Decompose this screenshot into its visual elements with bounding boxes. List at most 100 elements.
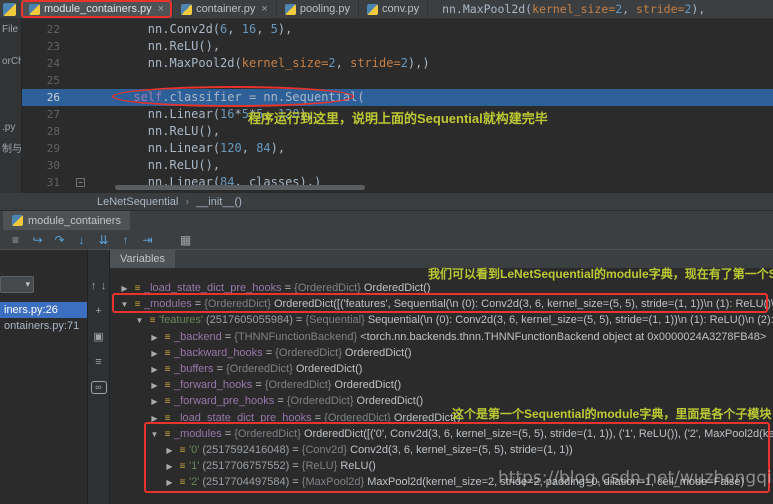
value-text: Conv2d(3, 6, kernel_size=(5, 5), stride=…: [350, 443, 573, 456]
type-label: {OrderedDict}: [204, 298, 274, 311]
equals-sign: =: [252, 379, 265, 392]
ann-text-submodules: 这个是第一个Sequential的module字典，里面是各个子模块: [452, 407, 772, 421]
code-token: 5: [270, 22, 278, 36]
fold-marker-icon[interactable]: −: [76, 178, 85, 187]
line-number[interactable]: 26: [22, 89, 74, 106]
expand-arrow-icon[interactable]: ▶: [148, 394, 161, 409]
variable-icon: ≡: [164, 347, 171, 359]
layout-grid-icon[interactable]: ▦: [178, 233, 193, 247]
type-label: {OrderedDict}: [226, 362, 296, 375]
type-label: {OrderedDict}: [264, 379, 335, 392]
dict-key: '1': [189, 460, 200, 473]
code-text: nn.ReLU(),: [90, 123, 220, 140]
line-number[interactable]: 22: [22, 21, 74, 38]
line-number[interactable]: 23: [22, 38, 74, 55]
variable-row[interactable]: ▶ ≡ '0' (2517592416048) = {Conv2d} Conv2d(…: [110, 442, 773, 458]
line-number[interactable]: 28: [22, 123, 74, 140]
run-to-cursor-icon[interactable]: ⇥: [140, 233, 155, 247]
code-token: self: [133, 90, 163, 104]
type-label: {OrderedDict}: [324, 411, 394, 424]
line-number[interactable]: 31: [22, 174, 74, 191]
equals-sign: =: [289, 476, 302, 489]
code-text: self.classifier = nn.Sequential(: [90, 89, 364, 106]
force-step-into-icon[interactable]: ⇊: [96, 233, 111, 247]
stack-frame-row[interactable]: ontainers.py:71: [0, 318, 87, 334]
line-number[interactable]: 29: [22, 140, 74, 157]
value-text: OrderedDict(): [334, 379, 402, 392]
step-over-icon[interactable]: ↷: [52, 233, 67, 247]
expand-arrow-icon[interactable]: ▶: [118, 281, 131, 296]
collapse-arrow-icon[interactable]: ▼: [133, 313, 146, 328]
expand-arrow-icon[interactable]: ▶: [148, 362, 161, 377]
value-text: OrderedDict(): [393, 411, 461, 424]
variable-row[interactable]: ▼ ≡'features' (2517605055984) = {Sequenti…: [110, 312, 773, 328]
expand-arrow-icon[interactable]: ▶: [163, 459, 176, 474]
code-token: nn.Linear(: [90, 141, 221, 155]
code-token: 84: [256, 141, 271, 155]
editor-tab[interactable]: conv.py: [359, 0, 429, 18]
editor-tab[interactable]: module_containers.py ×: [21, 0, 174, 18]
variable-icon: ≡: [164, 428, 171, 440]
collapse-arrow-icon[interactable]: ▼: [118, 297, 131, 312]
debug-tool-tab-bar: module_containers: [0, 211, 773, 230]
line-number[interactable]: 24: [22, 55, 74, 72]
variable-row[interactable]: ▶ ≡ _forward_hooks = {OrderedDict} Ordered…: [110, 377, 773, 393]
equals-sign: =: [289, 443, 302, 456]
debug-tool-tab[interactable]: module_containers: [3, 211, 130, 230]
variable-name: _forward_hooks: [174, 379, 253, 392]
duplicate-watch-icon[interactable]: ▣: [88, 330, 109, 343]
editor-tab[interactable]: container.py ×: [173, 0, 277, 18]
line-number[interactable]: 30: [22, 157, 74, 174]
code-editor[interactable]: 22 nn.Conv2d(6, 16, 5), 23 nn.ReLU(), 24 n…: [22, 19, 773, 193]
tab-close-icon[interactable]: ×: [261, 3, 267, 15]
menu-icon[interactable]: ≡: [8, 233, 23, 247]
tabbar-code-fragment: nn.MaxPool2d(kernel_size=2, stride=2),: [442, 2, 705, 16]
tab-variables[interactable]: Variables: [110, 250, 176, 268]
editor-tab-bar: module_containers.py × container.py × poolin…: [0, 0, 773, 19]
watch-list-icon[interactable]: ≡: [88, 356, 109, 368]
type-label: {THNNFunctionBackend}: [234, 330, 361, 343]
move-down-icon[interactable]: ↓: [99, 280, 109, 292]
python-file-icon: [366, 3, 378, 15]
variable-row[interactable]: ▶ ≡ _load_state_dict_pre_hooks = {OrderedD…: [110, 280, 773, 296]
code-token: stride=: [635, 2, 685, 16]
horizontal-scrollbar-thumb[interactable]: [115, 185, 365, 190]
code-token: 2: [328, 56, 336, 70]
expand-arrow-icon[interactable]: ▶: [148, 378, 161, 393]
variable-row[interactable]: ▶ ≡ _backward_hooks = {OrderedDict} Ordere…: [110, 345, 773, 361]
line-number[interactable]: 27: [22, 106, 74, 123]
editor-tab[interactable]: pooling.py: [277, 0, 359, 18]
variable-row[interactable]: ▼ ≡ _modules = {OrderedDict} OrderedDict([…: [110, 426, 773, 442]
expand-arrow-icon[interactable]: ▶: [163, 475, 176, 490]
inline-values-icon[interactable]: ∞: [90, 381, 107, 394]
equals-sign: =: [274, 395, 287, 408]
show-execution-point-icon[interactable]: ↪: [30, 233, 45, 247]
expand-arrow-icon[interactable]: ▶: [148, 330, 161, 345]
line-number[interactable]: 25: [22, 72, 74, 89]
stack-frame-row[interactable]: iners.py:26: [0, 302, 87, 318]
code-token: ,: [256, 22, 271, 36]
expand-arrow-icon[interactable]: ▶: [148, 411, 161, 426]
type-label: {ReLU}: [301, 460, 341, 473]
tab-close-icon[interactable]: ×: [158, 3, 164, 15]
expand-arrow-icon[interactable]: ▶: [163, 443, 176, 458]
move-up-icon[interactable]: ↑: [89, 280, 99, 292]
variable-row[interactable]: ▼ ≡ _modules = {OrderedDict} OrderedDict([…: [110, 296, 773, 312]
collapse-arrow-icon[interactable]: ▼: [148, 427, 161, 442]
variable-row[interactable]: ▶ ≡ _backend = {THNNFunctionBackend} <torc…: [110, 329, 773, 345]
code-token: 16: [241, 22, 257, 36]
expand-arrow-icon[interactable]: ▶: [148, 346, 161, 361]
breadcrumb-item-class[interactable]: LeNetSequential: [97, 196, 178, 208]
value-text: ReLU(): [340, 460, 376, 473]
breadcrumb-item-method[interactable]: __init__(): [196, 196, 242, 208]
variable-row[interactable]: ▶ ≡ _buffers = {OrderedDict} OrderedDict(): [110, 361, 773, 377]
code-text: nn.ReLU(),: [90, 157, 220, 174]
fold-column: [74, 140, 90, 157]
step-into-icon[interactable]: ↓: [74, 233, 89, 247]
step-out-icon[interactable]: ↑: [118, 233, 133, 247]
thread-selector-dropdown[interactable]: ▾: [0, 276, 34, 293]
chevron-down-icon: ▾: [25, 279, 30, 289]
project-strip: File orChinese .py 制与逻辑: [0, 19, 22, 193]
code-token: ),: [270, 141, 286, 155]
add-watch-icon[interactable]: +: [88, 305, 109, 317]
